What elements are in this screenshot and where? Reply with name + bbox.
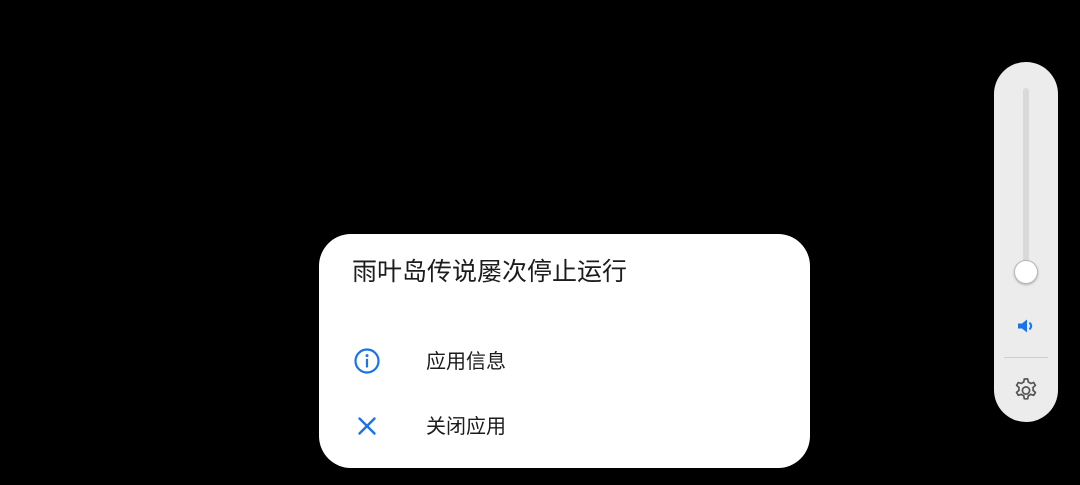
app-info-label: 应用信息 [426, 349, 506, 373]
app-crash-dialog: 雨叶岛传说屡次停止运行 应用信息 关闭应用 [319, 234, 810, 468]
close-icon [358, 417, 376, 435]
volume-slider-track[interactable] [1023, 88, 1029, 278]
panel-divider [1004, 357, 1048, 358]
screen: 雨叶岛传说屡次停止运行 应用信息 关闭应用 [0, 0, 1080, 485]
close-app-label: 关闭应用 [426, 414, 506, 438]
dialog-title: 雨叶岛传说屡次停止运行 [352, 257, 628, 286]
gear-icon[interactable] [1011, 374, 1041, 404]
volume-panel [994, 62, 1058, 422]
speaker-icon[interactable] [1014, 314, 1038, 338]
close-app-option[interactable]: 关闭应用 [333, 398, 796, 454]
app-info-option[interactable]: 应用信息 [333, 333, 796, 389]
volume-slider-thumb[interactable] [1014, 260, 1038, 284]
info-icon [354, 348, 380, 374]
